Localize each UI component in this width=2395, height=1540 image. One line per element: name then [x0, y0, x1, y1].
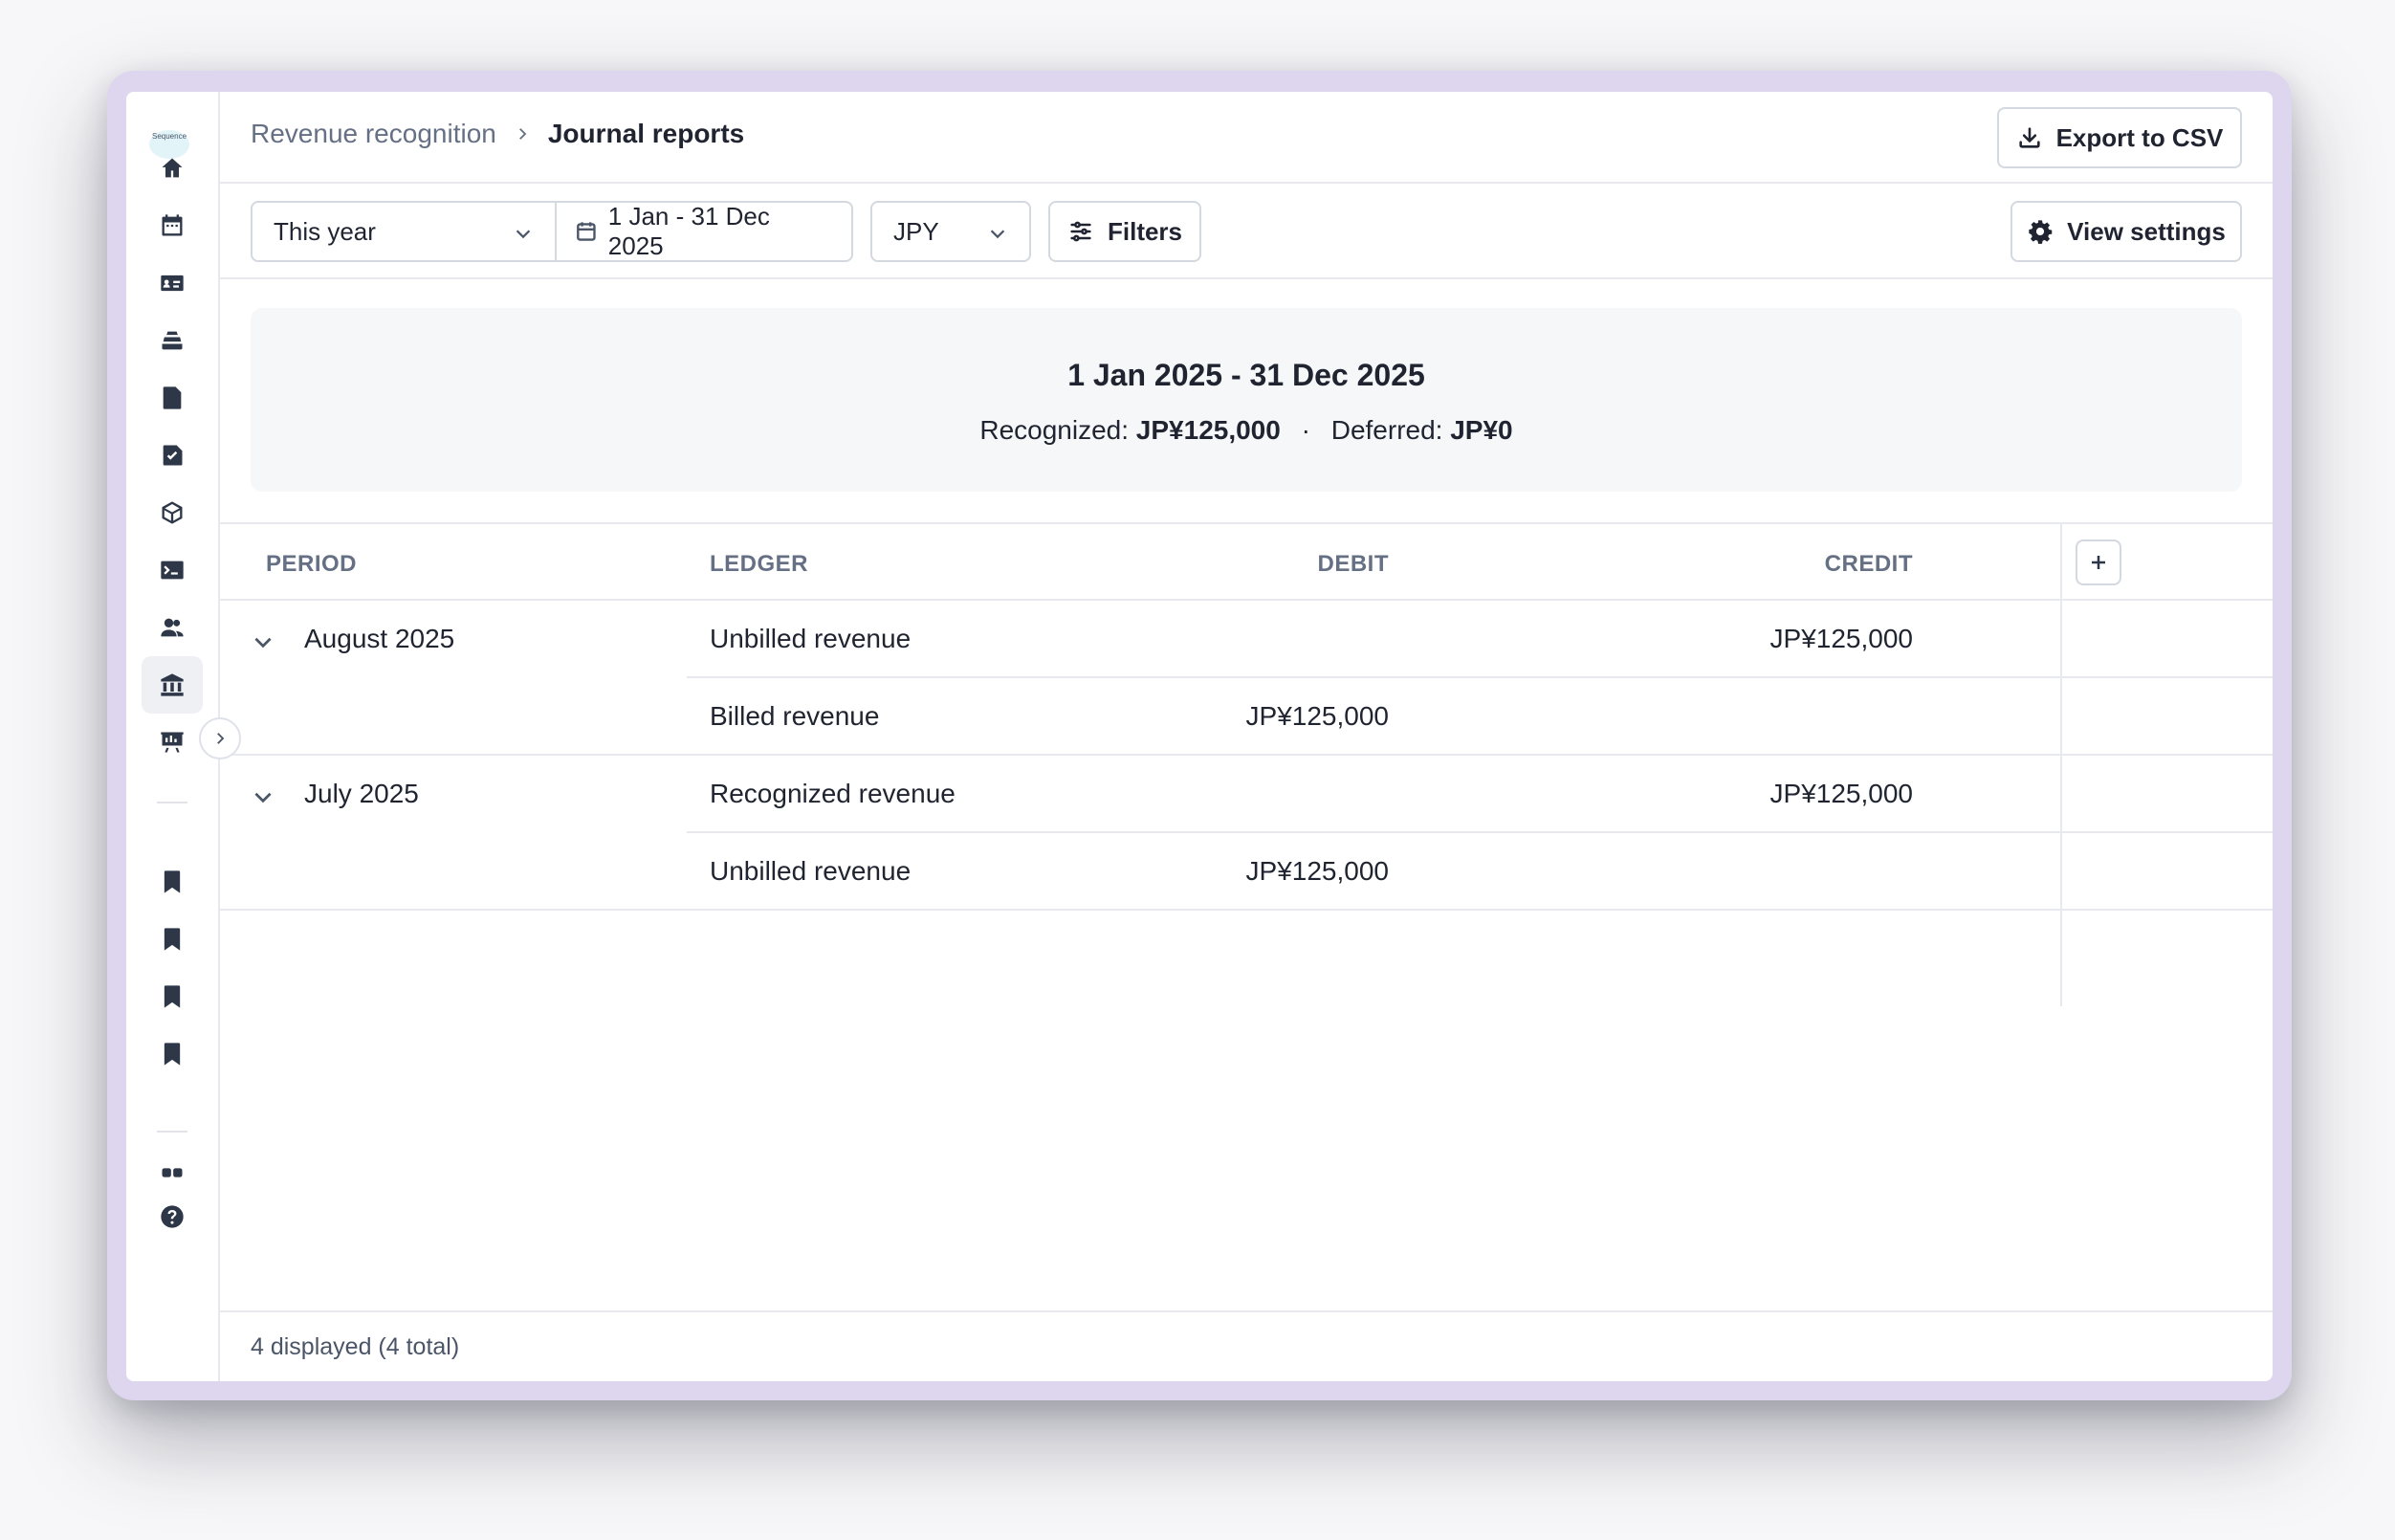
recognized-label: Recognized: [979, 415, 1130, 445]
top-bar: Revenue recognition Journal reports Expo… [220, 92, 2273, 184]
breadcrumb-parent-link[interactable]: Revenue recognition [251, 119, 496, 149]
add-column-button[interactable] [2076, 539, 2121, 585]
column-header-ledger[interactable]: LEDGER [710, 551, 808, 578]
row-ledger: Unbilled revenue [710, 624, 912, 653]
journal-table: PERIOD LEDGER DEBIT CREDIT August 2025 U… [220, 522, 2273, 1006]
home-icon [162, 158, 183, 178]
sidebar-divider [157, 802, 187, 803]
terminal-icon [161, 561, 184, 580]
document-refresh-icon [163, 386, 182, 409]
sidebar-item-tasks[interactable] [142, 427, 203, 484]
table-row[interactable]: Unbilled revenue JP¥125,000 [220, 833, 2273, 911]
sidebar-bookmark-3[interactable] [142, 968, 203, 1025]
table-header: PERIOD LEDGER DEBIT CREDIT [220, 522, 2273, 601]
sidebar-item-home[interactable] [142, 140, 203, 197]
sidebar-bookmark-1[interactable] [142, 853, 203, 911]
table-row[interactable]: July 2025 Recognized revenue JP¥125,000 [220, 756, 2273, 833]
sidebar-expand-button[interactable] [199, 717, 241, 759]
table-row[interactable]: August 2025 Unbilled revenue JP¥125,000 [220, 601, 2273, 678]
chevron-down-icon [516, 230, 531, 239]
date-range-picker[interactable]: 1 Jan - 31 Dec 2025 [555, 201, 853, 262]
plus-icon [2092, 556, 2105, 569]
deferred-value: JP¥0 [1450, 415, 1513, 445]
view-settings-button[interactable]: View settings [2010, 201, 2242, 262]
row-debit: JP¥125,000 [1245, 701, 1389, 731]
chevron-down-icon [990, 230, 1005, 239]
sidebar-help[interactable] [142, 1188, 203, 1245]
period-select-value: This year [274, 216, 376, 246]
sidebar-item-developers[interactable] [142, 541, 203, 599]
sidebar-item-catalog[interactable] [142, 484, 203, 541]
main-content: Revenue recognition Journal reports Expo… [220, 92, 2273, 1381]
sidebar-item-contacts[interactable] [142, 254, 203, 312]
users-icon [161, 618, 184, 637]
view-settings-label: View settings [2067, 216, 2226, 246]
column-header-debit[interactable]: DEBIT [1318, 551, 1390, 578]
deferred-label: Deferred: [1330, 415, 1443, 445]
filter-bar: This year 1 Jan - 31 Dec 2025 JPY Filter… [220, 184, 2273, 279]
stack-icon [162, 331, 183, 350]
summary-separator: · [1301, 415, 1310, 445]
row-credit: JP¥125,000 [1769, 624, 1913, 653]
sidebar-item-customers[interactable] [142, 599, 203, 656]
row-divider [220, 909, 2273, 911]
bookmark-icon [164, 1043, 181, 1066]
id-card-icon [161, 275, 184, 292]
row-count: 4 displayed (4 total) [251, 1333, 460, 1360]
date-range-value: 1 Jan - 31 Dec 2025 [607, 202, 770, 260]
checkbox-icon [163, 445, 183, 466]
currency-select[interactable]: JPY [870, 201, 1031, 262]
sidebar-item-revenue[interactable] [142, 656, 203, 714]
export-csv-label: Export to CSV [2055, 122, 2224, 152]
sidebar-item-invoices[interactable] [142, 369, 203, 427]
download-icon [2018, 127, 2040, 148]
row-ledger: Recognized revenue [710, 779, 956, 808]
sidebar-bookmark-4[interactable] [142, 1025, 203, 1083]
sidebar-divider [157, 1131, 187, 1133]
summary-card: 1 Jan 2025 - 31 Dec 2025 Recognized: JP¥… [251, 308, 2242, 492]
period-select[interactable]: This year [251, 201, 557, 262]
bookmark-icon [164, 870, 181, 893]
sidebar-item-products[interactable] [142, 312, 203, 369]
breadcrumb: Revenue recognition Journal reports [251, 119, 744, 149]
column-header-period[interactable]: PERIOD [266, 551, 357, 578]
currency-select-value: JPY [893, 216, 939, 246]
chevron-down-icon[interactable] [251, 629, 275, 654]
row-ledger: Unbilled revenue [710, 856, 912, 886]
sidebar-item-reports[interactable] [142, 714, 203, 771]
export-csv-button[interactable]: Export to CSV [1997, 107, 2242, 168]
gear-icon [2029, 220, 2053, 244]
bookmark-icon [164, 985, 181, 1008]
row-debit: JP¥125,000 [1245, 856, 1389, 886]
help-icon [161, 1205, 184, 1228]
row-period: August 2025 [304, 624, 455, 653]
bank-icon [161, 673, 184, 696]
filters-button[interactable]: Filters [1048, 201, 1201, 262]
summary-totals: Recognized: JP¥125,000 · Deferred: JP¥0 [251, 415, 2242, 446]
bookmark-icon [164, 928, 181, 951]
calendar-icon [577, 222, 596, 241]
chevron-right-icon [514, 119, 531, 149]
calendar-icon [162, 214, 183, 236]
app-window: Sequence Revenue recognition Journal rep… [126, 92, 2273, 1381]
row-ledger: Billed revenue [710, 701, 880, 731]
column-header-credit[interactable]: CREDIT [1825, 551, 1913, 578]
row-period: July 2025 [304, 779, 419, 808]
chevron-right-icon [217, 733, 225, 744]
row-credit: JP¥125,000 [1769, 779, 1913, 808]
recognized-value: JP¥125,000 [1135, 415, 1281, 445]
chevron-down-icon[interactable] [251, 784, 275, 809]
sidebar-bookmark-2[interactable] [142, 911, 203, 968]
filters-label: Filters [1107, 216, 1183, 246]
summary-title: 1 Jan 2025 - 31 Dec 2025 [1067, 358, 1425, 392]
sliders-icon [1070, 221, 1091, 242]
page-title: Journal reports [547, 119, 745, 148]
table-footer: 4 displayed (4 total) [220, 1310, 2273, 1381]
table-row[interactable]: Billed revenue JP¥125,000 [220, 678, 2273, 756]
cube-icon [162, 501, 183, 524]
presentation-chart-icon [161, 732, 184, 753]
sidebar-apps[interactable] [142, 1155, 203, 1190]
apps-icon [162, 1168, 183, 1177]
sidebar-item-calendar[interactable] [142, 197, 203, 254]
